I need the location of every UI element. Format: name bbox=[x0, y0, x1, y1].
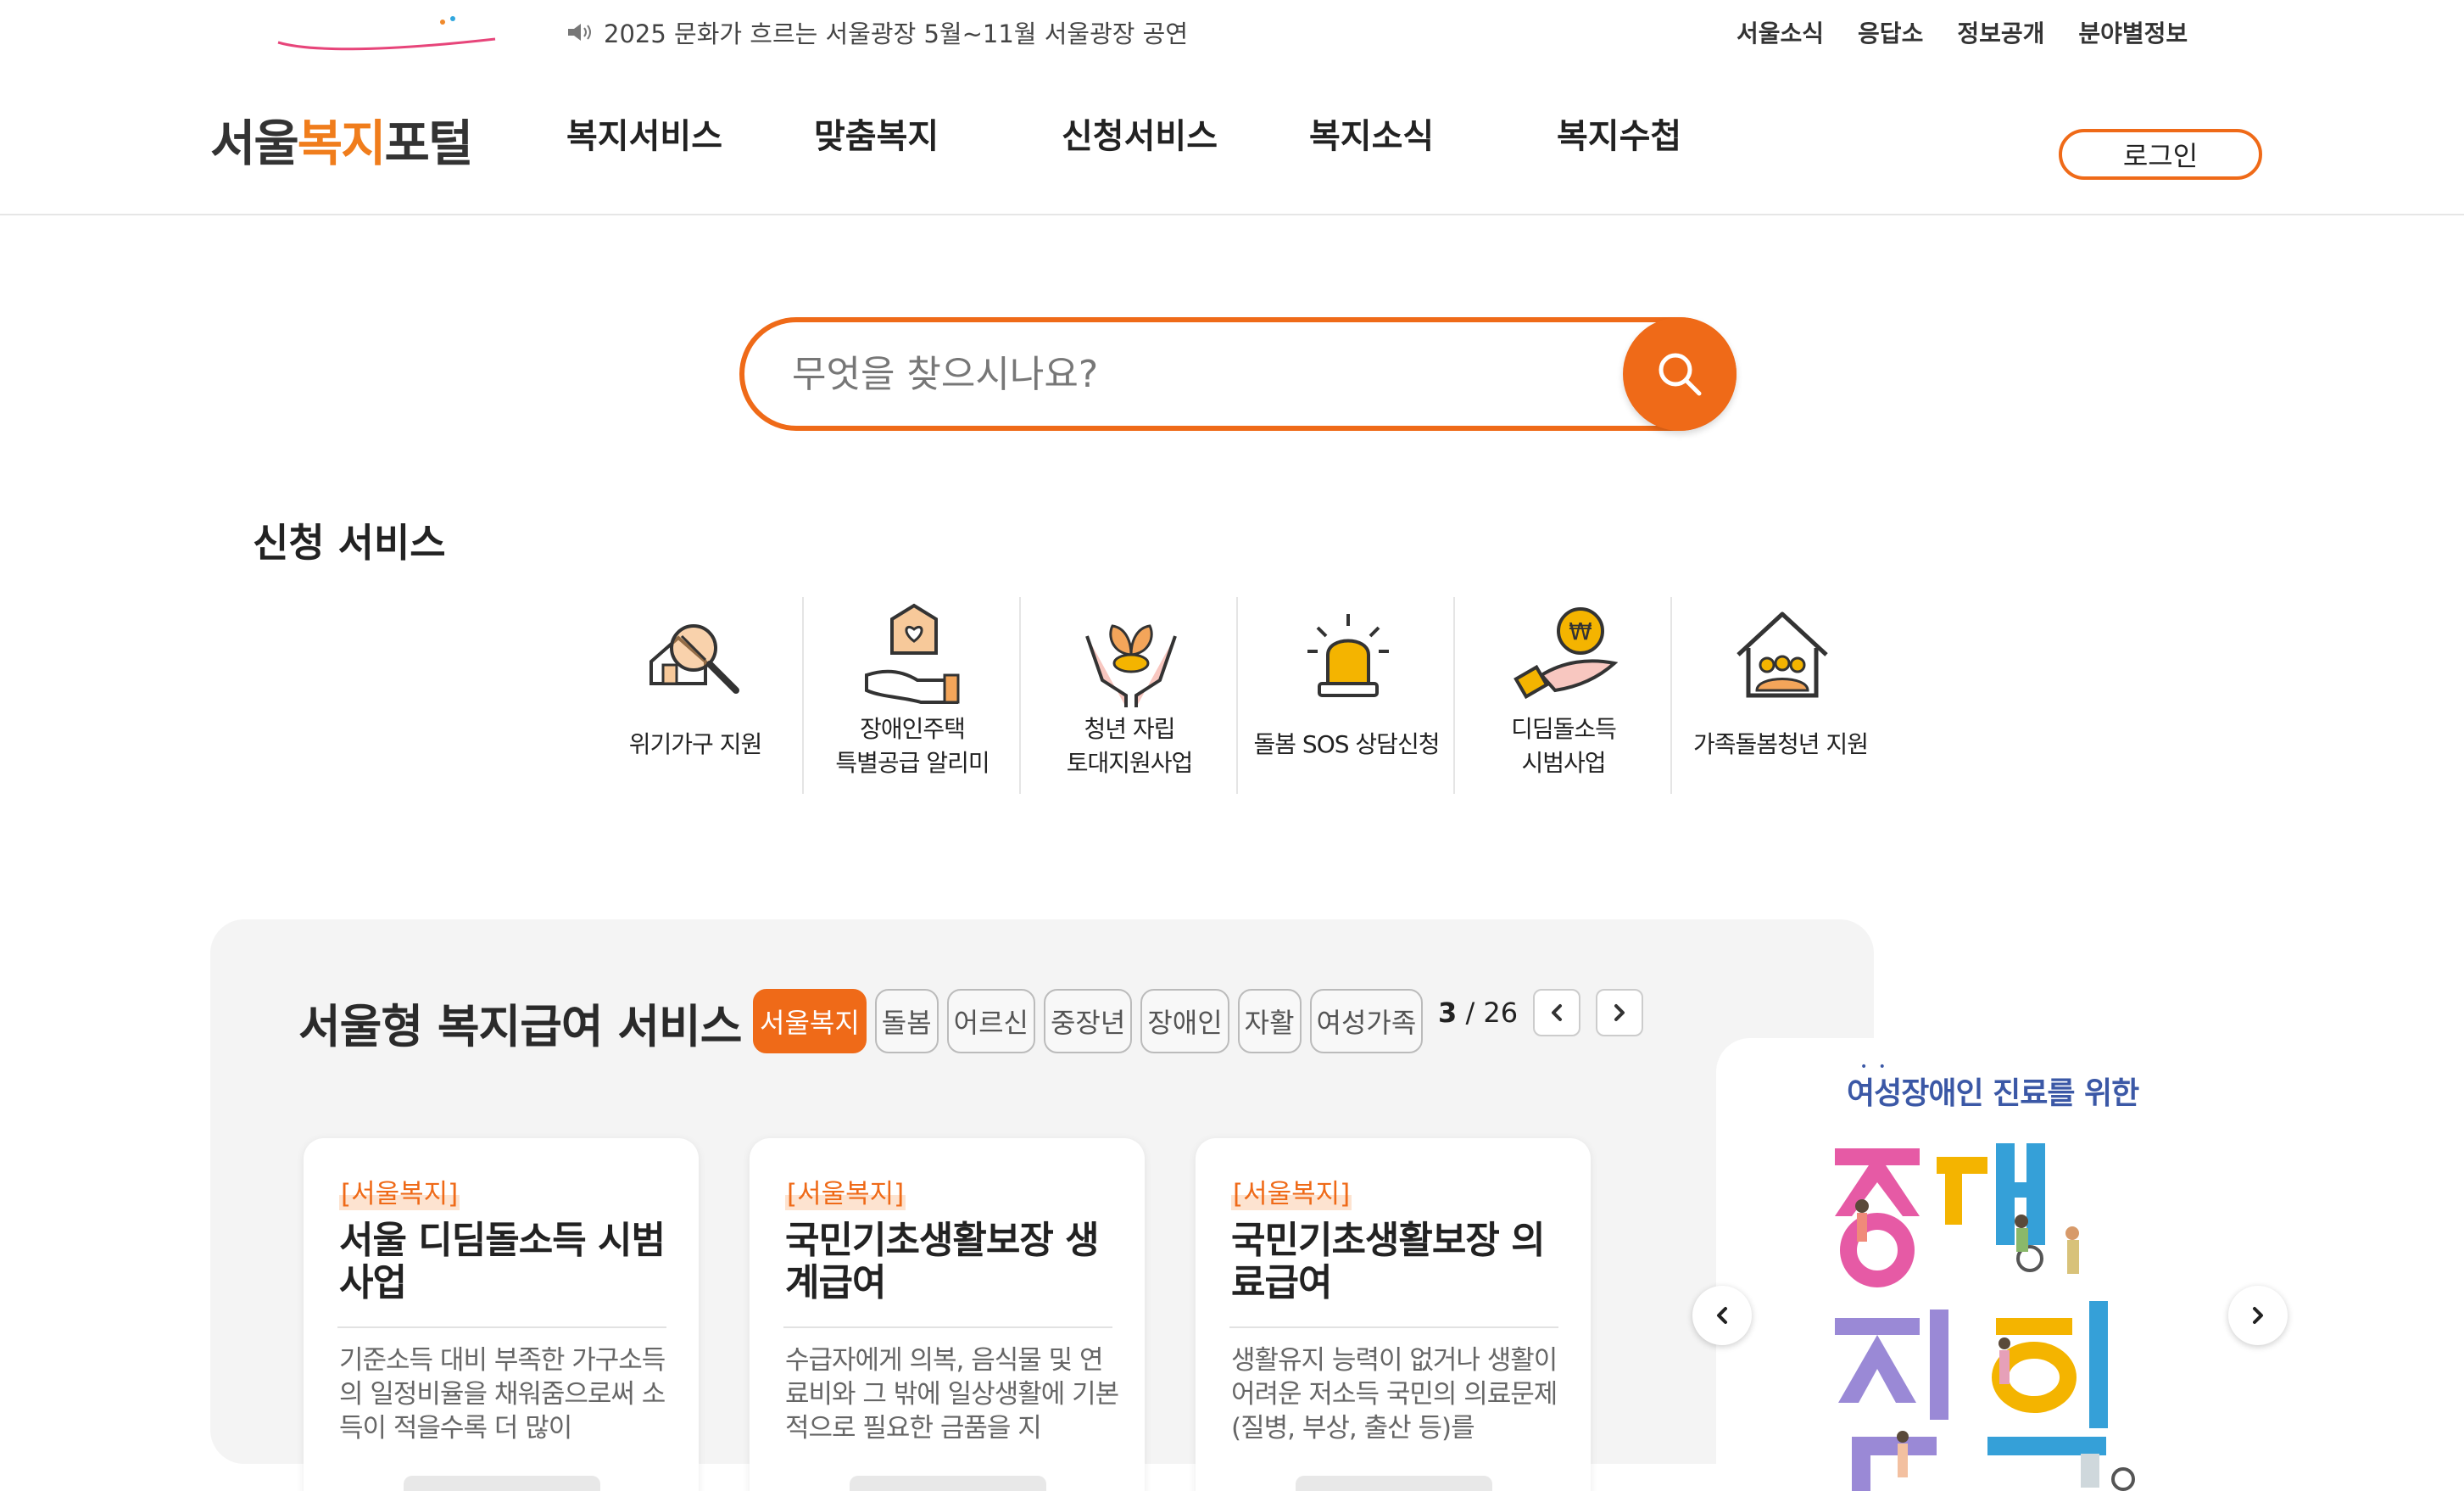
search-box bbox=[739, 317, 1737, 431]
chip-care[interactable]: 돌봄 bbox=[874, 989, 939, 1053]
card-tag: [서울복지] bbox=[339, 1172, 460, 1210]
chip-seniors[interactable]: 어르신 bbox=[946, 989, 1035, 1053]
search-input[interactable] bbox=[792, 348, 1572, 400]
page-separator: / bbox=[1465, 997, 1475, 1029]
logo-text-bokji: 복지 bbox=[297, 114, 387, 172]
site-logo[interactable]: 서울복지포털 bbox=[210, 103, 473, 175]
util-link-eungdapso[interactable]: 응답소 bbox=[1858, 15, 1923, 49]
main-nav: 복지서비스 맞춤복지 신청서비스 복지소식 복지수첩 bbox=[566, 109, 1804, 158]
section-title-services: 신청 서비스 bbox=[253, 520, 446, 566]
hands-sprout-icon bbox=[1085, 624, 1177, 707]
nav-welfare-news[interactable]: 복지소식 bbox=[1309, 109, 1557, 158]
service-label: 위기가구 지원 bbox=[628, 730, 762, 758]
util-link-open-info[interactable]: 정보공개 bbox=[1957, 15, 2044, 49]
banner-illustration bbox=[1835, 1143, 2135, 1491]
house-magnifier-icon bbox=[649, 624, 739, 694]
prev-page-button[interactable] bbox=[1533, 989, 1581, 1036]
benefit-card[interactable]: [서울복지] 서울 디딤돌소득 시범사업 기준소득 대비 부족한 가구소득의 일… bbox=[304, 1138, 699, 1491]
service-label: 가족돌봄청년 지원 bbox=[1693, 730, 1869, 758]
logo-text-seoul: 서울 bbox=[210, 114, 299, 172]
section-title-benefits: 서울형 복지급여 서비스 bbox=[298, 1000, 742, 1053]
services-row: 위기가구 지원 장애인주택 특별공급 알리미 청년 자립 토대지원사업 돌봄 S… bbox=[587, 597, 1889, 794]
service-youth-independence[interactable]: 청년 자립 토대지원사업 bbox=[1021, 597, 1238, 794]
card-divider bbox=[1229, 1326, 1558, 1328]
card-tag: [서울복지] bbox=[1231, 1172, 1352, 1210]
card-more-button[interactable] bbox=[850, 1476, 1046, 1491]
banner-prev-button[interactable] bbox=[1692, 1286, 1752, 1345]
chip-self-support[interactable]: 자활 bbox=[1237, 989, 1302, 1053]
search-button[interactable] bbox=[1623, 317, 1737, 431]
nav-application-services[interactable]: 신청서비스 bbox=[1062, 109, 1309, 158]
card-more-button[interactable] bbox=[404, 1476, 600, 1491]
card-title: 국민기초생활보장 의료급여 bbox=[1231, 1219, 1546, 1304]
card-title: 국민기초생활보장 생계급여 bbox=[785, 1219, 1100, 1304]
chevron-left-icon bbox=[1552, 1004, 1563, 1021]
card-description: 생활유지 능력이 없거나 생활이 어려운 저소득 국민의 의료문제(질병, 부상… bbox=[1231, 1345, 1558, 1444]
logo-text-portal: 포털 bbox=[384, 114, 473, 172]
chevron-right-icon bbox=[2253, 1307, 2263, 1324]
service-label: 돌봄 SOS 상담신청 bbox=[1253, 730, 1441, 758]
service-label-line1: 장애인주택 bbox=[860, 715, 966, 743]
seoul-slogan-logo[interactable] bbox=[273, 14, 504, 56]
hand-coin-icon: ₩ bbox=[1514, 607, 1618, 700]
nav-welfare-handbook[interactable]: 복지수첩 bbox=[1557, 109, 1804, 158]
service-label-line2: 토대지원사업 bbox=[1066, 749, 1194, 777]
card-pager: 3 / 26 bbox=[1438, 989, 1644, 1036]
promo-banner[interactable]: • • 여성장애인 진료를 위한 bbox=[1716, 1038, 2259, 1491]
benefit-card[interactable]: [서울복지] 국민기초생활보장 생계급여 수급자에게 의복, 음식물 및 연료비… bbox=[750, 1138, 1145, 1491]
service-label: 디딤돌소득 시범사업 bbox=[1455, 712, 1672, 780]
chip-seoul-welfare[interactable]: 서울복지 bbox=[753, 989, 867, 1053]
category-chips: 서울복지 돌봄 어르신 중장년 장애인 자활 여성가족 bbox=[753, 989, 1424, 1053]
notice-ticker[interactable]: 2025 문화가 흐르는 서울광장 5월~11월 서울광장 공연 bbox=[566, 15, 1188, 49]
service-label-line2: 시범사업 bbox=[1521, 749, 1606, 777]
siren-icon bbox=[1307, 614, 1389, 697]
service-label: 청년 자립 토대지원사업 bbox=[1021, 712, 1238, 780]
svg-text:₩: ₩ bbox=[1569, 617, 1592, 645]
chip-women-family[interactable]: 여성가족 bbox=[1309, 989, 1424, 1053]
service-care-sos[interactable]: 돌봄 SOS 상담신청 bbox=[1238, 597, 1455, 794]
page-current: 3 bbox=[1438, 997, 1458, 1029]
notice-text[interactable]: 2025 문화가 흐르는 서울광장 5월~11월 서울광장 공연 bbox=[604, 14, 1188, 50]
util-link-seoul-news[interactable]: 서울소식 bbox=[1737, 15, 1824, 49]
card-more-button[interactable] bbox=[1296, 1476, 1492, 1491]
card-title: 서울 디딤돌소득 시범사업 bbox=[339, 1219, 666, 1304]
page-total: 26 bbox=[1483, 997, 1519, 1029]
card-divider bbox=[337, 1326, 666, 1328]
service-crisis-household[interactable]: 위기가구 지원 bbox=[587, 597, 804, 794]
service-label-line2: 특별공급 알리미 bbox=[835, 749, 990, 777]
service-label-line1: 청년 자립 bbox=[1084, 715, 1176, 743]
speaker-icon bbox=[568, 24, 591, 41]
login-button[interactable]: 로그인 bbox=[2059, 129, 2262, 180]
search-icon bbox=[1658, 353, 1702, 396]
hand-house-heart-icon bbox=[865, 603, 960, 704]
nav-custom-welfare[interactable]: 맞춤복지 bbox=[814, 109, 1062, 158]
chip-middle-aged[interactable]: 중장년 bbox=[1043, 989, 1133, 1053]
util-link-field-info[interactable]: 분야별정보 bbox=[2078, 15, 2188, 49]
card-description: 수급자에게 의복, 음식물 및 연료비와 그 밖에 일상생활에 기본적으로 필요… bbox=[785, 1345, 1119, 1444]
utility-bar: 2025 문화가 흐르는 서울광장 5월~11월 서울광장 공연 서울소식 응답… bbox=[0, 0, 2464, 66]
chip-disabled[interactable]: 장애인 bbox=[1140, 989, 1229, 1053]
service-disabled-housing[interactable]: 장애인주택 특별공급 알리미 bbox=[804, 597, 1021, 794]
site-header: 서울복지포털 복지서비스 맞춤복지 신청서비스 복지소식 복지수첩 로그인 bbox=[0, 66, 2464, 215]
benefit-card[interactable]: [서울복지] 국민기초생활보장 의료급여 생활유지 능력이 없거나 생활이 어려… bbox=[1196, 1138, 1591, 1491]
next-page-button[interactable] bbox=[1596, 989, 1644, 1036]
card-description: 기준소득 대비 부족한 가구소득의 일정비율을 채워줌으로써 소득이 적을수록 … bbox=[339, 1345, 666, 1444]
banner-next-button[interactable] bbox=[2228, 1286, 2288, 1345]
card-divider bbox=[783, 1326, 1112, 1328]
card-tag: [서울복지] bbox=[785, 1172, 906, 1210]
service-didimdol-income[interactable]: ₩ 디딤돌소득 시범사업 bbox=[1455, 597, 1672, 794]
page-count: 3 / 26 bbox=[1438, 997, 1518, 1029]
utility-links: 서울소식 응답소 정보공개 분야별정보 bbox=[1737, 15, 2188, 49]
nav-welfare-services[interactable]: 복지서비스 bbox=[566, 109, 814, 158]
service-family-care-youth[interactable]: 가족돌봄청년 지원 bbox=[1672, 597, 1889, 794]
chevron-right-icon bbox=[1614, 1004, 1625, 1021]
chevron-left-icon bbox=[1717, 1307, 1727, 1324]
banner-heading: 여성장애인 진료를 위한 bbox=[1847, 1076, 2139, 1111]
service-label: 장애인주택 특별공급 알리미 bbox=[804, 712, 1021, 780]
service-label-line1: 디딤돌소득 bbox=[1511, 715, 1617, 743]
house-family-icon bbox=[1737, 611, 1828, 698]
